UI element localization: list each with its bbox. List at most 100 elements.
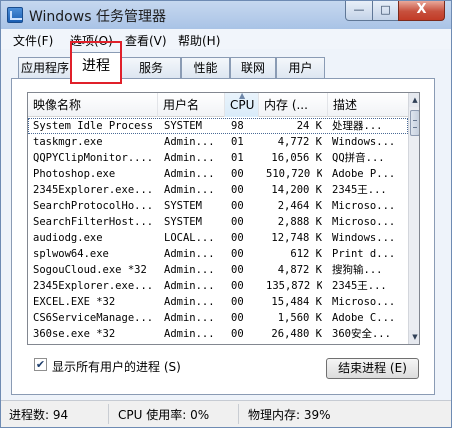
process-cpu: 00: [231, 184, 244, 196]
process-cpu: 00: [231, 280, 244, 292]
process-list[interactable]: 映像名称 用户名 ▲ CPU 内存 (... 描述 System Idle Pr…: [27, 92, 420, 345]
process-row[interactable]: audiodg.exe LOCAL... 00 12,748 K Windows...: [28, 230, 408, 246]
process-image-name: CS6ServiceManage...: [33, 312, 154, 324]
process-image-name: SogouCloud.exe *32: [33, 264, 147, 276]
tab-networking[interactable]: 联网: [230, 57, 276, 78]
process-user-name: Admin...: [164, 136, 215, 148]
process-image-name: 2345Explorer.exe...: [33, 184, 154, 196]
process-memory: 1,560 K: [277, 312, 322, 324]
status-cpu-usage: CPU 使用率: 0%: [118, 408, 210, 422]
process-memory: 4,872 K: [277, 264, 322, 276]
column-user-name[interactable]: 用户名: [158, 93, 225, 117]
tab-processes[interactable]: 进程: [71, 52, 121, 80]
menu-bar: 文件(F) 选项(O) 查看(V) 帮助(H): [1, 29, 451, 49]
process-memory: 15,484 K: [271, 296, 322, 308]
process-description: Microso...: [332, 216, 396, 228]
process-cpu: 00: [231, 264, 244, 276]
process-row[interactable]: taskmgr.exe Admin... 01 4,772 K Windows...: [28, 134, 408, 150]
column-image-name[interactable]: 映像名称: [28, 93, 158, 117]
column-description[interactable]: 描述: [328, 93, 408, 117]
process-row[interactable]: System Idle Process SYSTEM 98 24 K 处理器...: [28, 118, 408, 134]
vertical-scrollbar[interactable]: ▲ ▼: [408, 93, 419, 344]
process-memory: 70,000 K: [266, 342, 322, 344]
process-description: QQ拼音...: [332, 152, 385, 164]
process-user-name: Admin...: [164, 184, 215, 196]
process-memory: 4,772 K: [277, 136, 322, 148]
process-user-name: SYSTEM: [164, 200, 202, 212]
maximize-button[interactable]: □: [372, 1, 399, 21]
show-all-users-checkbox[interactable]: ✔: [34, 358, 47, 371]
process-image-name: 2345Explorer.exe...: [33, 280, 154, 292]
process-row[interactable]: SogouCloud.exe *32 Admin... 00 4,872 K 搜狗输..…: [28, 262, 408, 278]
scroll-down-arrow-icon[interactable]: ▼: [409, 330, 419, 344]
process-description: 2345王...: [332, 342, 407, 344]
tab-applications[interactable]: 应用程序: [18, 57, 72, 78]
tab-performance[interactable]: 性能: [181, 57, 230, 78]
process-row[interactable]: splwow64.exe Admin... 00 612 K Print d...: [28, 246, 408, 262]
menu-file[interactable]: 文件(F): [13, 32, 53, 49]
process-list-header: 映像名称 用户名 ▲ CPU 内存 (... 描述: [28, 93, 408, 117]
process-user-name: LOCAL...: [164, 232, 215, 244]
process-image-name: SearchProtocolHo...: [33, 200, 154, 212]
process-memory: 510,720 K: [266, 168, 322, 180]
process-row[interactable]: EXCEL.EXE *32 Admin... 00 15,484 K Microso..…: [28, 294, 408, 310]
title-bar[interactable]: Windows 任务管理器 — □ X: [1, 1, 451, 29]
menu-view[interactable]: 查看(V): [125, 32, 167, 49]
process-description: 搜狗输...: [332, 264, 383, 276]
process-user-name: Admin...: [164, 264, 215, 276]
process-memory: 2,888 K: [277, 216, 322, 228]
process-description: 2345王...: [332, 280, 387, 292]
process-cpu: 98: [231, 120, 244, 132]
process-row[interactable]: Photoshop.exe Admin... 00 510,720 K Adobe P.…: [28, 166, 408, 182]
process-cpu: 00: [231, 232, 244, 244]
process-cpu: 00: [231, 296, 244, 308]
process-row[interactable]: 2345Explorer.exe... Admin... 00 135,872 K 23…: [28, 278, 408, 294]
process-row[interactable]: QQPYClipMonitor.... Admin... 01 16,056 K QQ拼…: [28, 150, 408, 166]
process-cpu: 00: [231, 200, 244, 212]
process-description: Windows...: [332, 232, 396, 244]
process-cpu: 00: [231, 312, 244, 324]
process-image-name: 360se.exe *32: [33, 328, 116, 340]
process-image-name: SearchFilterHost...: [33, 216, 154, 228]
process-user-name: Admin...: [164, 328, 215, 340]
column-cpu[interactable]: ▲ CPU: [225, 93, 259, 117]
process-description: Print d...: [332, 248, 396, 260]
process-image-name: splwow64.exe: [33, 248, 109, 260]
process-row[interactable]: SearchFilterHost... SYSTEM 00 2,888 K Micros…: [28, 214, 408, 230]
process-memory: 16,056 K: [271, 152, 322, 164]
scrollbar-thumb[interactable]: [410, 110, 419, 136]
process-row[interactable]: CS6ServiceManage... Admin... 00 1,560 K Adob…: [28, 310, 408, 326]
process-image-name: Photoshop.exe: [33, 168, 116, 180]
column-memory[interactable]: 内存 (...: [259, 93, 328, 117]
process-row[interactable]: 2345Explorer.exe... Admin... 00 14,200 K 234…: [28, 182, 408, 198]
close-button[interactable]: X: [398, 1, 445, 21]
process-cpu: 01: [231, 136, 244, 148]
process-rows: System Idle Process SYSTEM 98 24 K 处理器... tas…: [28, 118, 408, 344]
tab-users[interactable]: 用户: [276, 57, 325, 78]
status-bar: 进程数: 94 CPU 使用率: 0% 物理内存: 39%: [1, 400, 451, 427]
menu-options[interactable]: 选项(O): [70, 32, 113, 49]
tab-services[interactable]: 服务: [121, 57, 181, 78]
end-process-button[interactable]: 结束进程 (E): [326, 358, 419, 379]
process-user-name: Admin...: [164, 296, 215, 308]
process-user-name: Admin...: [164, 312, 215, 324]
task-manager-app-icon: [7, 7, 23, 23]
scroll-up-arrow-icon[interactable]: ▲: [409, 93, 419, 107]
process-row[interactable]: 360se.exe *32 Admin... 00 26,480 K 360安全...: [28, 326, 408, 342]
process-row[interactable]: 2345Explorer.exe... Admin... 00 70,000 K 234…: [28, 342, 408, 344]
process-memory: 135,872 K: [266, 280, 322, 292]
process-user-name: Admin...: [164, 280, 215, 292]
process-cpu: 01: [231, 152, 244, 164]
process-description: Adobe C...: [332, 312, 396, 324]
menu-help[interactable]: 帮助(H): [178, 32, 220, 49]
show-all-users-label[interactable]: 显示所有用户的进程 (S): [52, 358, 181, 375]
status-divider: [108, 404, 109, 424]
process-row[interactable]: SearchProtocolHo... SYSTEM 00 2,464 K Micros…: [28, 198, 408, 214]
process-memory: 14,200 K: [271, 184, 322, 196]
task-manager-window: Windows 任务管理器 — □ X 文件(F) 选项(O) 查看(V) 帮助…: [0, 0, 452, 428]
minimize-button[interactable]: —: [345, 1, 373, 21]
process-user-name: Admin...: [164, 342, 222, 344]
process-memory: 26,480 K: [271, 328, 322, 340]
sort-ascending-icon: ▲: [239, 92, 246, 100]
process-description: 360安全...: [332, 328, 391, 340]
